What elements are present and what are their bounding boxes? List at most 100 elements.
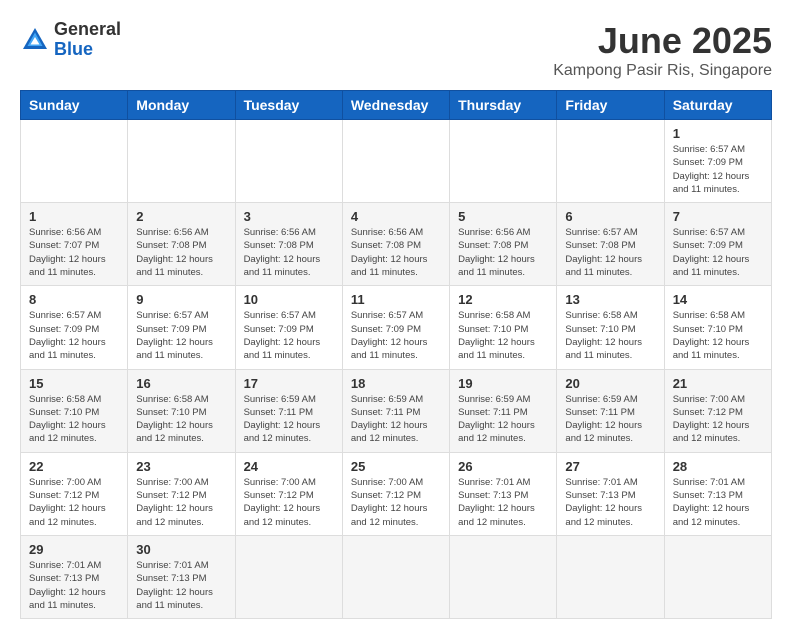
day-info: Sunrise: 7:01 AMSunset: 7:13 PMDaylight:…	[458, 476, 548, 529]
week-row-2: 1Sunrise: 6:56 AMSunset: 7:07 PMDaylight…	[21, 203, 772, 286]
calendar-cell: 15 Sunrise: 6:58 AMSunset: 7:10 PMDayligh…	[21, 369, 128, 452]
day-info: Sunrise: 6:59 AMSunset: 7:11 PMDaylight:…	[565, 393, 655, 446]
calendar-cell: 1Sunrise: 6:56 AMSunset: 7:07 PMDaylight…	[21, 203, 128, 286]
calendar-cell: 23 Sunrise: 7:00 AMSunset: 7:12 PMDayligh…	[128, 452, 235, 535]
day-info: Sunrise: 7:00 AMSunset: 7:12 PMDaylight:…	[673, 393, 763, 446]
day-info: Sunrise: 6:56 AMSunset: 7:08 PMDaylight:…	[458, 226, 548, 279]
day-number: 21	[673, 376, 763, 391]
day-number: 13	[565, 292, 655, 307]
day-info: Sunrise: 7:00 AMSunset: 7:12 PMDaylight:…	[136, 476, 226, 529]
calendar-cell	[342, 120, 449, 203]
calendar-cell: 18 Sunrise: 6:59 AMSunset: 7:11 PMDayligh…	[342, 369, 449, 452]
day-info: Sunrise: 7:01 AMSunset: 7:13 PMDaylight:…	[673, 476, 763, 529]
day-info: Sunrise: 6:57 AMSunset: 7:09 PMDaylight:…	[351, 309, 441, 362]
calendar-cell: 25Sunrise: 7:00 AMSunset: 7:12 PMDayligh…	[342, 452, 449, 535]
day-number: 5	[458, 209, 548, 224]
logo-blue: Blue	[54, 40, 121, 60]
day-info: Sunrise: 6:56 AMSunset: 7:08 PMDaylight:…	[351, 226, 441, 279]
weekday-header-thursday: Thursday	[450, 91, 557, 120]
day-info: Sunrise: 6:56 AMSunset: 7:08 PMDaylight:…	[244, 226, 334, 279]
calendar-cell: 8 Sunrise: 6:57 AMSunset: 7:09 PMDaylight…	[21, 286, 128, 369]
calendar-cell: 20 Sunrise: 6:59 AMSunset: 7:11 PMDayligh…	[557, 369, 664, 452]
week-row-3: 8 Sunrise: 6:57 AMSunset: 7:09 PMDaylight…	[21, 286, 772, 369]
weekday-header-friday: Friday	[557, 91, 664, 120]
day-info: Sunrise: 6:57 AMSunset: 7:08 PMDaylight:…	[565, 226, 655, 279]
day-info: Sunrise: 6:57 AMSunset: 7:09 PMDaylight:…	[136, 309, 226, 362]
title-section: June 2025 Kampong Pasir Ris, Singapore	[553, 20, 772, 80]
day-info: Sunrise: 6:59 AMSunset: 7:11 PMDaylight:…	[351, 393, 441, 446]
day-info: Sunrise: 7:01 AMSunset: 7:13 PMDaylight:…	[29, 559, 119, 612]
day-number: 18	[351, 376, 441, 391]
logo: General Blue	[20, 20, 121, 60]
day-number: 29	[29, 542, 119, 557]
day-number: 24	[244, 459, 334, 474]
day-info: Sunrise: 7:00 AMSunset: 7:12 PMDaylight:…	[244, 476, 334, 529]
day-info: Sunrise: 6:58 AMSunset: 7:10 PMDaylight:…	[29, 393, 119, 446]
day-number: 12	[458, 292, 548, 307]
day-number: 17	[244, 376, 334, 391]
day-number: 9	[136, 292, 226, 307]
calendar-cell	[235, 535, 342, 618]
calendar-cell: 21 Sunrise: 7:00 AMSunset: 7:12 PMDayligh…	[664, 369, 771, 452]
weekday-header-sunday: Sunday	[21, 91, 128, 120]
day-number: 11	[351, 292, 441, 307]
calendar-cell: 13 Sunrise: 6:58 AMSunset: 7:10 PMDayligh…	[557, 286, 664, 369]
day-number: 1	[673, 126, 763, 141]
calendar-cell: 24 Sunrise: 7:00 AMSunset: 7:12 PMDayligh…	[235, 452, 342, 535]
calendar-cell: 17 Sunrise: 6:59 AMSunset: 7:11 PMDayligh…	[235, 369, 342, 452]
logo-general: General	[54, 20, 121, 40]
day-info: Sunrise: 6:58 AMSunset: 7:10 PMDaylight:…	[565, 309, 655, 362]
day-number: 8	[29, 292, 119, 307]
calendar-table: SundayMondayTuesdayWednesdayThursdayFrid…	[20, 90, 772, 619]
day-info: Sunrise: 6:57 AMSunset: 7:09 PMDaylight:…	[29, 309, 119, 362]
calendar-cell: 26Sunrise: 7:01 AMSunset: 7:13 PMDayligh…	[450, 452, 557, 535]
page-header: General Blue June 2025 Kampong Pasir Ris…	[20, 20, 772, 80]
day-number: 20	[565, 376, 655, 391]
calendar-cell: 16 Sunrise: 6:58 AMSunset: 7:10 PMDayligh…	[128, 369, 235, 452]
calendar-cell: 3 Sunrise: 6:56 AMSunset: 7:08 PMDaylight…	[235, 203, 342, 286]
day-number: 30	[136, 542, 226, 557]
calendar-cell: 14 Sunrise: 6:58 AMSunset: 7:10 PMDayligh…	[664, 286, 771, 369]
day-info: Sunrise: 7:00 AMSunset: 7:12 PMDaylight:…	[29, 476, 119, 529]
day-number: 23	[136, 459, 226, 474]
day-info: Sunrise: 6:59 AMSunset: 7:11 PMDaylight:…	[458, 393, 548, 446]
day-number: 28	[673, 459, 763, 474]
calendar-cell	[235, 120, 342, 203]
calendar-cell: 9 Sunrise: 6:57 AMSunset: 7:09 PMDaylight…	[128, 286, 235, 369]
calendar-cell	[450, 535, 557, 618]
day-number: 27	[565, 459, 655, 474]
calendar-cell: 30Sunrise: 7:01 AMSunset: 7:13 PMDayligh…	[128, 535, 235, 618]
calendar-cell: 7 Sunrise: 6:57 AMSunset: 7:09 PMDaylight…	[664, 203, 771, 286]
day-info: Sunrise: 6:57 AMSunset: 7:09 PMDaylight:…	[244, 309, 334, 362]
calendar-cell	[21, 120, 128, 203]
calendar-cell	[450, 120, 557, 203]
calendar-cell: 27Sunrise: 7:01 AMSunset: 7:13 PMDayligh…	[557, 452, 664, 535]
calendar-cell: 6Sunrise: 6:57 AMSunset: 7:08 PMDaylight…	[557, 203, 664, 286]
day-number: 15	[29, 376, 119, 391]
day-number: 16	[136, 376, 226, 391]
day-number: 19	[458, 376, 548, 391]
calendar-cell	[128, 120, 235, 203]
location: Kampong Pasir Ris, Singapore	[553, 62, 772, 80]
day-info: Sunrise: 6:58 AMSunset: 7:10 PMDaylight:…	[458, 309, 548, 362]
day-number: 3	[244, 209, 334, 224]
day-number: 22	[29, 459, 119, 474]
day-number: 14	[673, 292, 763, 307]
month-title: June 2025	[553, 20, 772, 62]
calendar-cell: 5 Sunrise: 6:56 AMSunset: 7:08 PMDaylight…	[450, 203, 557, 286]
day-number: 7	[673, 209, 763, 224]
weekday-header-wednesday: Wednesday	[342, 91, 449, 120]
weekday-header-row: SundayMondayTuesdayWednesdayThursdayFrid…	[21, 91, 772, 120]
day-number: 2	[136, 209, 226, 224]
calendar-cell	[557, 535, 664, 618]
day-info: Sunrise: 6:58 AMSunset: 7:10 PMDaylight:…	[673, 309, 763, 362]
day-info: Sunrise: 6:57 AMSunset: 7:09 PMDaylight:…	[673, 143, 763, 196]
day-info: Sunrise: 6:58 AMSunset: 7:10 PMDaylight:…	[136, 393, 226, 446]
calendar-cell: 1 Sunrise: 6:57 AMSunset: 7:09 PMDaylight…	[664, 120, 771, 203]
day-number: 4	[351, 209, 441, 224]
calendar-cell: 2Sunrise: 6:56 AMSunset: 7:08 PMDaylight…	[128, 203, 235, 286]
day-info: Sunrise: 6:57 AMSunset: 7:09 PMDaylight:…	[673, 226, 763, 279]
calendar-cell: 11 Sunrise: 6:57 AMSunset: 7:09 PMDayligh…	[342, 286, 449, 369]
day-number: 25	[351, 459, 441, 474]
day-info: Sunrise: 6:59 AMSunset: 7:11 PMDaylight:…	[244, 393, 334, 446]
